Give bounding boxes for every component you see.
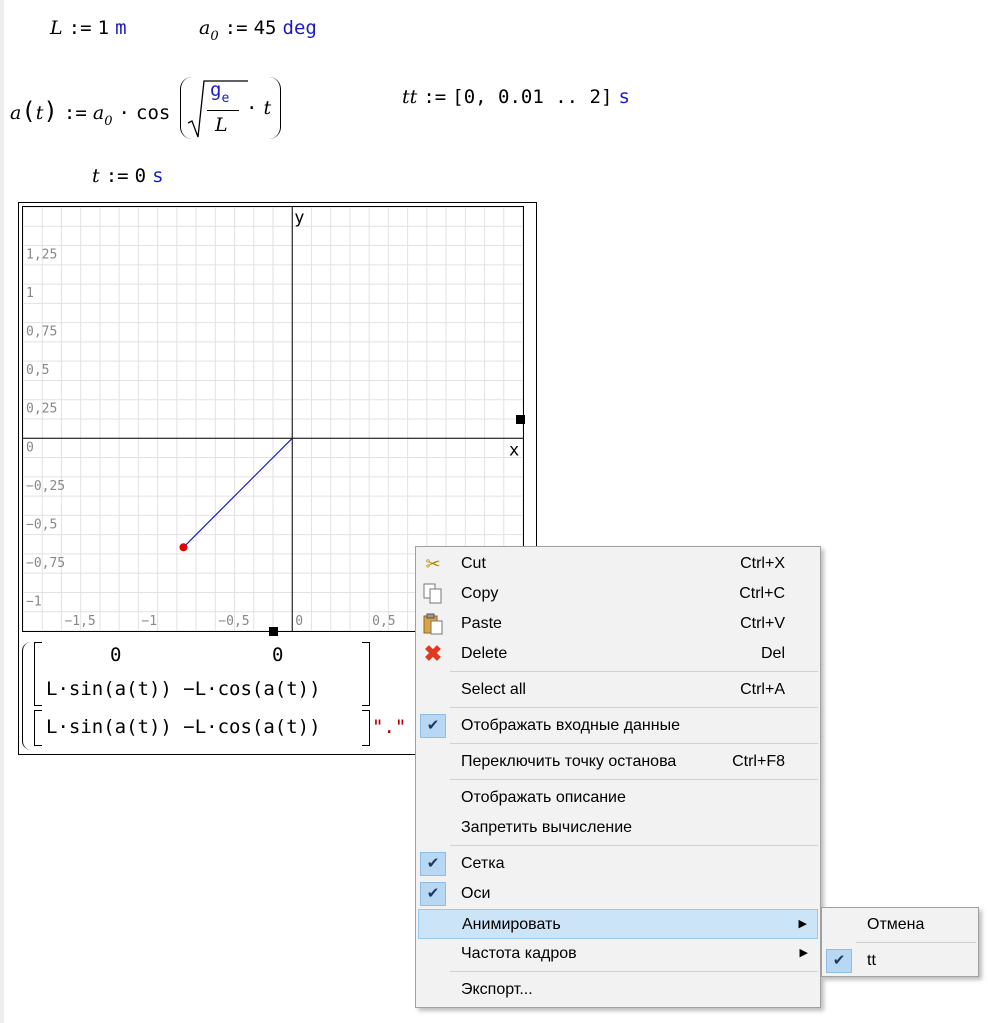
menu-separator [450,971,818,972]
row2-bracket-left [34,710,42,746]
definition-L[interactable]: L := 1 m [50,17,127,39]
submenu-item-tt[interactable]: ✔ tt [824,946,976,976]
y-tick-label: −1 [26,594,42,609]
menu-separator [450,779,818,780]
menu-separator [450,845,818,846]
x-axis-label: x [509,440,519,460]
context-menu[interactable]: ✂ Cut Ctrl+X Copy Ctrl+C Paste Ctrl+V ✖ … [415,546,821,1008]
scissors-icon: ✂ [425,553,441,574]
y-tick-label: 0,25 [26,402,57,417]
matrix-point-style: "." [372,716,407,738]
menu-item-paste[interactable]: Paste Ctrl+V [418,609,818,639]
y-tick-label: 0 [26,440,34,455]
outer-brace [22,642,31,750]
menu-item-toggle-breakpoint[interactable]: Переключить точку останова Ctrl+F8 [418,747,818,777]
menu-item-copy[interactable]: Copy Ctrl+C [418,579,818,609]
matrix-zero-left: 0 [110,644,122,666]
submenu-arrow-icon: ▶ [798,918,807,930]
y-tick-label: −0,75 [26,556,65,571]
row1-bracket-left [34,642,42,706]
matrix-row1: L·sin(a(t)) −L·cos(a(t)) [46,678,321,700]
x-tick-label: −0,5 [218,614,249,629]
plot-expression[interactable]: 0 0 L·sin(a(t)) −L·cos(a(t)) L·sin(a(t))… [22,640,422,755]
x-tick-label: 0,5 [372,614,395,629]
menu-item-delete[interactable]: ✖ Delete Del [418,639,818,669]
definition-a-of-t[interactable]: a(t) := a0 · cos ge L · t [10,75,300,145]
pendulum-bob [179,543,188,552]
checkmark-icon: ✔ [420,882,446,906]
resize-handle-bottom[interactable] [269,627,278,636]
submenu-item-cancel[interactable]: Отмена [824,910,976,940]
y-axis-label: y [294,208,304,228]
y-tick-label: 1 [26,286,34,301]
matrix-row2: L·sin(a(t)) −L·cos(a(t)) [46,716,321,738]
menu-item-grid[interactable]: ✔ Сетка [418,849,818,879]
resize-handle-right[interactable] [516,415,525,424]
worksheet-left-rule [0,0,4,1023]
row1-bracket-right [362,642,370,706]
y-tick-label: 0,5 [26,363,49,378]
y-tick-label: −0,25 [26,479,65,494]
submenu-arrow-icon: ▶ [799,947,808,959]
menu-item-export[interactable]: Экспорт... [418,975,818,1005]
x-tick-label: −1,5 [64,614,95,629]
row2-bracket-right [362,710,370,746]
y-tick-label: 1,25 [26,248,57,263]
pendulum-rod [183,437,293,548]
menu-separator [450,707,818,708]
menu-separator [450,743,818,744]
menu-item-show-input[interactable]: ✔ Отображать входные данные [418,711,818,741]
menu-separator [450,671,818,672]
copy-icon [421,582,445,606]
menu-item-disable-evaluation[interactable]: Запретить вычисление [418,813,818,843]
menu-item-select-all[interactable]: Select all Ctrl+A [418,675,818,705]
menu-item-axes[interactable]: ✔ Оси [418,879,818,909]
menu-item-animate[interactable]: Анимировать ▶ [418,909,818,939]
delete-icon: ✖ [423,641,443,666]
paste-icon [421,612,445,636]
y-tick-label: −0,5 [26,517,57,532]
checkmark-icon: ✔ [420,714,446,738]
menu-item-frame-rate[interactable]: Частота кадров ▶ [418,939,818,969]
x-tick-label: 0 [295,614,303,629]
definition-t[interactable]: t := 0 s [92,165,164,187]
menu-separator [856,942,976,943]
checkmark-icon: ✔ [826,949,852,973]
y-tick-label: 0,75 [26,325,57,340]
sqrt-numerator: ge [210,79,230,106]
matrix-zero-right: 0 [272,644,284,666]
animate-submenu[interactable]: Отмена ✔ tt [821,907,979,977]
definition-tt[interactable]: tt := [0, 0.01 .. 2] s [402,86,630,108]
checkmark-icon: ✔ [420,852,446,876]
menu-item-show-description[interactable]: Отображать описание [418,783,818,813]
x-tick-label: −1 [141,614,157,629]
definition-a0[interactable]: a0 := 45 deg [199,17,317,44]
sqrt-denominator: L [215,114,228,136]
menu-item-cut[interactable]: ✂ Cut Ctrl+X [418,549,818,579]
fraction-bar [207,110,239,111]
